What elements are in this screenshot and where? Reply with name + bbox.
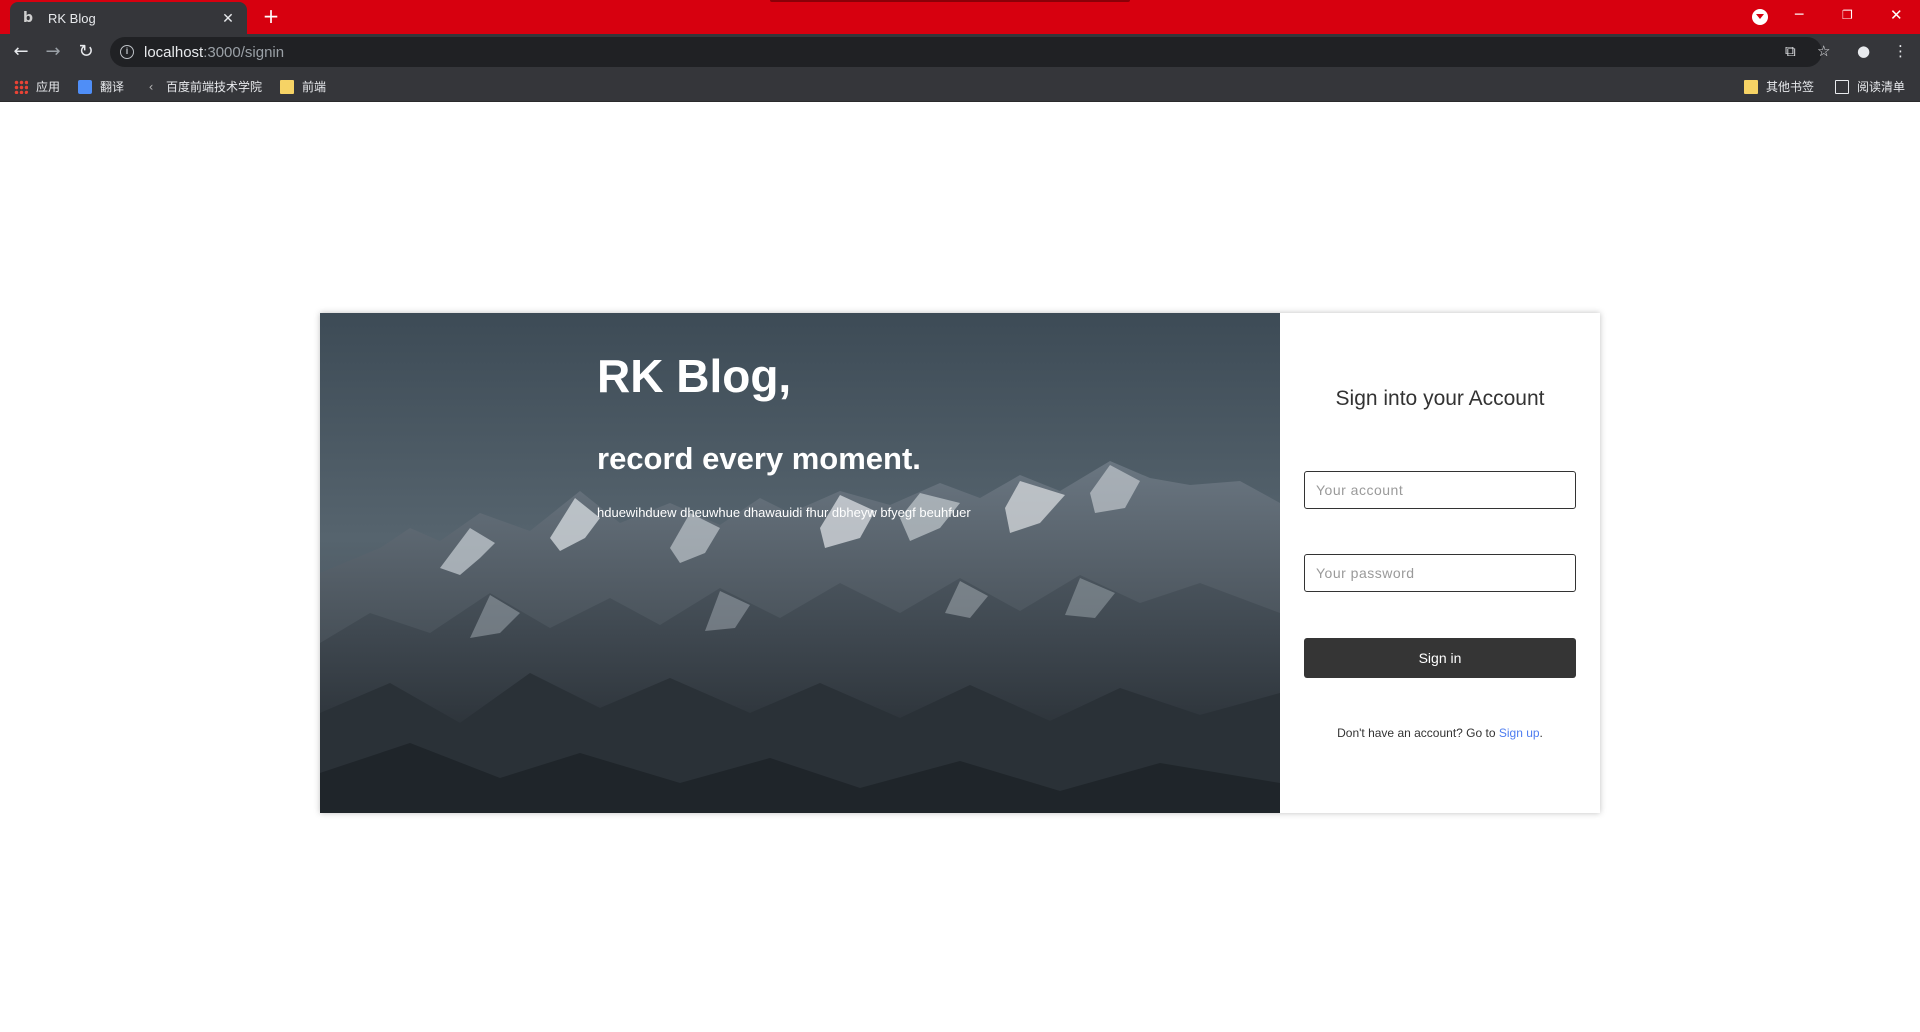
- signup-link[interactable]: Sign up: [1499, 726, 1540, 740]
- bookmark-apps[interactable]: 应用: [14, 78, 60, 95]
- bookmark-label: 阅读清单: [1857, 80, 1906, 94]
- window-drag-handle[interactable]: [770, 0, 1130, 2]
- bookmark-baidu[interactable]: ‹ 百度前端技术学院: [144, 78, 262, 95]
- signup-prompt-text: Don't have an account? Go to: [1337, 726, 1499, 740]
- folder-icon: [1744, 79, 1758, 94]
- forward-arrow-icon[interactable]: →: [41, 40, 65, 64]
- bookmark-label: 百度前端技术学院: [166, 80, 263, 94]
- reading-list[interactable]: 阅读清单: [1835, 78, 1905, 95]
- form-heading: Sign into your Account: [1335, 387, 1545, 410]
- url-host: localhost: [144, 43, 204, 61]
- bookmark-label: 翻译: [100, 80, 125, 94]
- address-bar[interactable]: i localhost:3000/signin: [110, 37, 1822, 67]
- hero-subtitle: record every moment.: [597, 441, 921, 476]
- hero-description: hduewihduew dheuwhue dhawauidi fhur dbhe…: [597, 505, 971, 520]
- mountain-background-image: [320, 461, 1280, 813]
- bookmark-label: 前端: [302, 80, 327, 94]
- signin-button[interactable]: Sign in: [1304, 638, 1576, 678]
- minimize-button[interactable]: ─: [1795, 0, 1825, 30]
- restore-button[interactable]: ❐: [1842, 0, 1872, 30]
- tab-close-icon[interactable]: ✕: [219, 10, 237, 27]
- reload-icon[interactable]: ↻: [74, 40, 98, 64]
- bookmark-translate[interactable]: 翻译: [78, 78, 124, 95]
- browser-tab-bar: b RK Blog ✕ + ─ ❐ ✕: [0, 0, 1920, 34]
- url-path: :3000/signin: [203, 43, 285, 61]
- password-input[interactable]: [1304, 554, 1576, 592]
- folder-icon: [280, 79, 294, 94]
- page-body: RK Blog, record every moment. hduewihdue…: [0, 102, 1920, 1032]
- back-arrow-icon[interactable]: ←: [9, 40, 33, 64]
- tab-title: RK Blog: [48, 10, 96, 26]
- hero-panel: RK Blog, record every moment. hduewihdue…: [320, 313, 1280, 813]
- signup-prompt-suffix: .: [1539, 726, 1543, 740]
- bookmarks-bar: 应用 翻译 ‹ 百度前端技术学院 前端 其他书签 阅读清单: [0, 70, 1920, 102]
- signup-prompt: Don't have an account? Go to Sign up.: [1280, 726, 1600, 740]
- site-info-icon[interactable]: i: [120, 45, 134, 59]
- signin-form: Sign into your Account Sign in Don't hav…: [1280, 313, 1600, 813]
- signin-card: RK Blog, record every moment. hduewihdue…: [320, 313, 1600, 813]
- browser-toolbar: ← → ↻ i localhost:3000/signin ⧉ ☆ ● ⋮: [0, 34, 1920, 70]
- bookmark-star-icon[interactable]: ☆: [1817, 42, 1830, 60]
- bookmark-folder-frontend[interactable]: 前端: [280, 78, 326, 95]
- more-menu-icon[interactable]: ⋮: [1893, 42, 1908, 60]
- translate-icon: [78, 79, 92, 94]
- translate-page-icon[interactable]: ⧉: [1785, 42, 1796, 60]
- account-icon[interactable]: ●: [1857, 42, 1870, 60]
- baidu-icon: ‹: [148, 79, 154, 94]
- bookmark-label: 应用: [36, 80, 61, 94]
- site-favicon-icon: b: [22, 10, 34, 26]
- close-window-button[interactable]: ✕: [1890, 0, 1920, 30]
- new-tab-button[interactable]: +: [260, 6, 282, 28]
- reading-list-icon: [1835, 79, 1849, 94]
- bookmark-label: 其他书签: [1766, 80, 1815, 94]
- account-input[interactable]: [1304, 471, 1576, 509]
- profile-menu-icon[interactable]: [1752, 9, 1768, 25]
- browser-tab-active[interactable]: b RK Blog ✕: [10, 2, 247, 34]
- hero-title: RK Blog,: [597, 350, 792, 402]
- bookmark-other[interactable]: 其他书签: [1744, 78, 1814, 95]
- apps-icon: [14, 79, 28, 94]
